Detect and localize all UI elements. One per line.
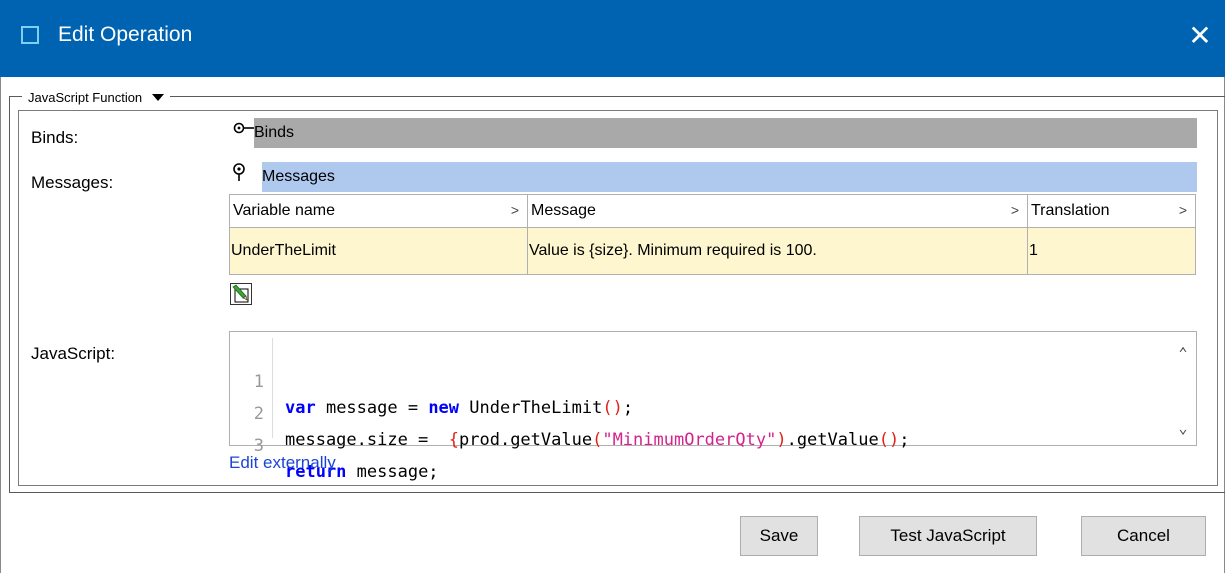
table-header: Variable name > Message > Translation >: [230, 195, 1195, 228]
pencil-edit-icon[interactable]: [230, 283, 252, 305]
messages-table: Variable name > Message > Translation > …: [229, 194, 1196, 275]
group-legend[interactable]: JavaScript Function: [22, 87, 171, 107]
binds-label: Binds:: [31, 128, 79, 147]
key-icon[interactable]: [233, 121, 255, 139]
edit-externally-link[interactable]: Edit externally: [229, 453, 336, 473]
window-border-left: [0, 77, 1, 573]
column-header-translation[interactable]: Translation >: [1028, 195, 1195, 227]
cell-translation[interactable]: 1: [1028, 228, 1195, 274]
table-row[interactable]: UnderTheLimit Value is {size}. Minimum r…: [230, 228, 1195, 274]
messages-label: Messages:: [31, 173, 114, 192]
title-bar: Edit Operation ✕: [0, 0, 1225, 77]
code-editor[interactable]: 1 var message = new UnderTheLimit(); 2 m…: [229, 331, 1197, 482]
window-icon: [21, 26, 39, 44]
column-header-message[interactable]: Message >: [528, 195, 1028, 227]
pin-icon[interactable]: [232, 163, 246, 187]
scroll-up-icon[interactable]: ⌃: [1173, 343, 1193, 363]
binds-bar-label: Binds: [254, 124, 295, 141]
cell-variable-name[interactable]: UnderTheLimit: [230, 228, 528, 274]
save-button[interactable]: Save: [740, 516, 818, 556]
binds-bar[interactable]: Binds: [254, 118, 1197, 148]
cell-message[interactable]: Value is {size}. Minimum required is 100…: [528, 228, 1028, 274]
cancel-button[interactable]: Cancel: [1081, 516, 1206, 556]
window-title: Edit Operation: [58, 23, 193, 46]
messages-bar-label: Messages: [262, 168, 335, 185]
code-line[interactable]: 3 return message;: [230, 407, 1160, 482]
close-icon[interactable]: ✕: [1180, 14, 1220, 58]
code-line[interactable]: 1 var message = new UnderTheLimit();: [230, 343, 1160, 418]
javascript-label: JavaScript:: [31, 344, 116, 363]
messages-bar[interactable]: Messages: [262, 162, 1197, 192]
dropdown-arrow-icon[interactable]: [152, 93, 165, 101]
column-header-variable-name[interactable]: Variable name >: [230, 195, 528, 227]
chevron-right-icon: >: [510, 202, 519, 218]
code-line[interactable]: 2 message.size = {prod.getValue("Minimum…: [230, 375, 1160, 450]
test-javascript-button[interactable]: Test JavaScript: [859, 516, 1037, 556]
scroll-down-icon[interactable]: ⌄: [1173, 418, 1193, 438]
chevron-right-icon: >: [1010, 202, 1019, 218]
chevron-right-icon: >: [1178, 202, 1187, 218]
group-legend-label: JavaScript Function: [28, 89, 143, 105]
